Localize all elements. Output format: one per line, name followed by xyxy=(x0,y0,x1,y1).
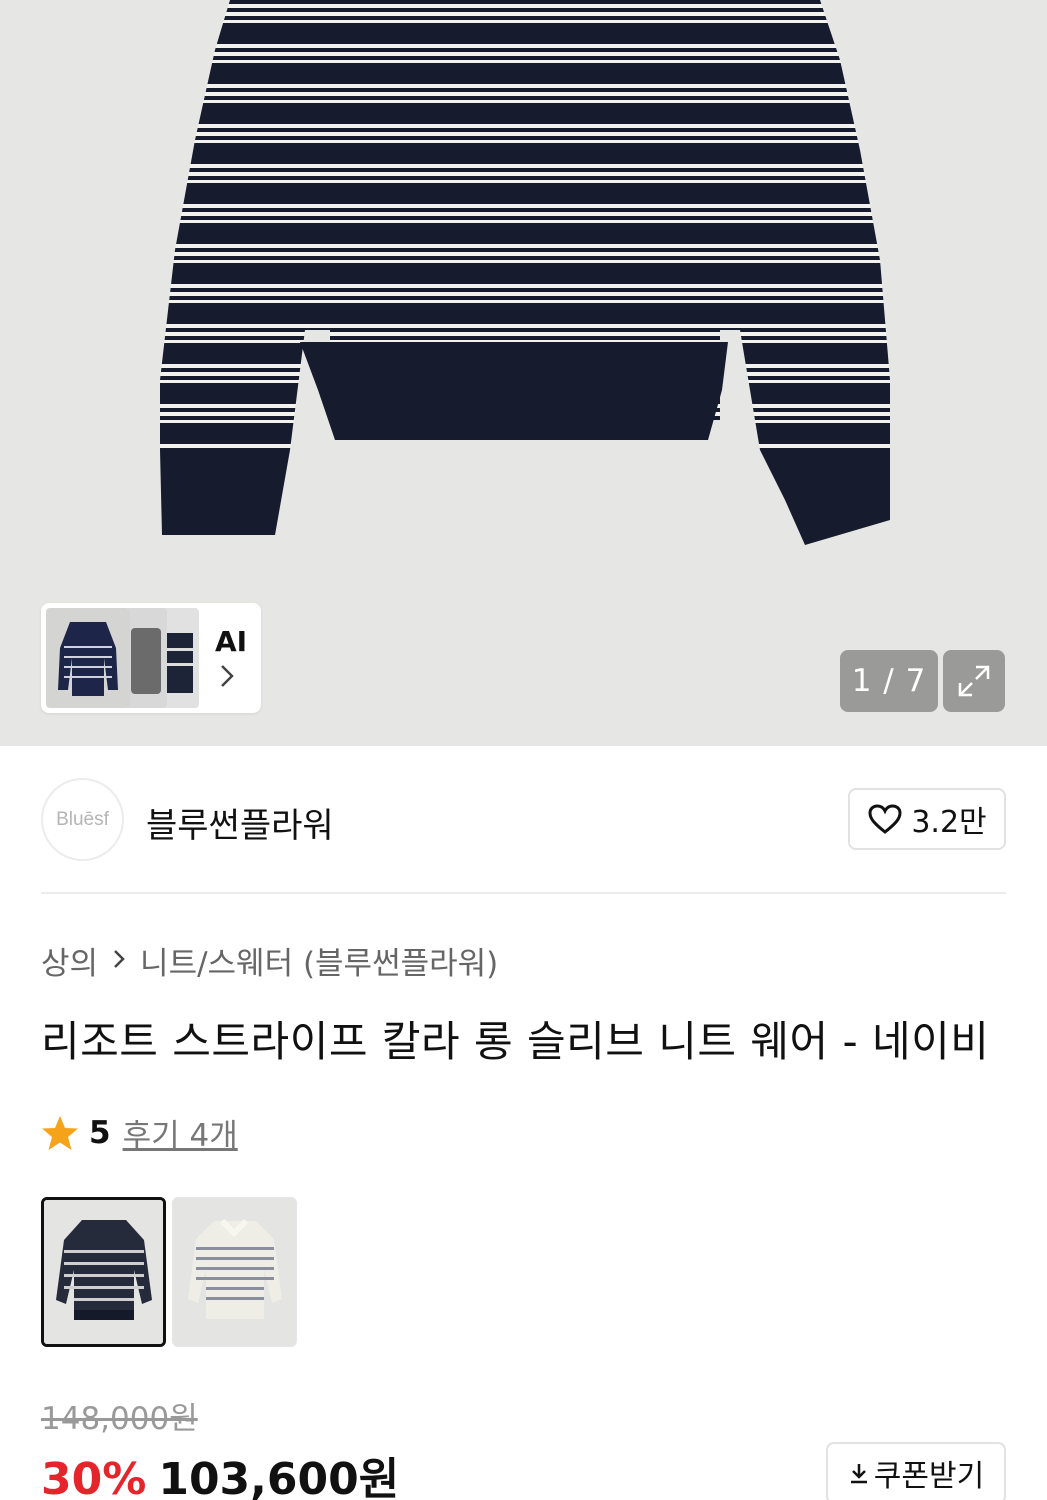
ai-recommendation-thumbs[interactable]: AI xyxy=(41,603,261,713)
coupon-button[interactable]: 쿠폰받기 xyxy=(826,1442,1006,1500)
product-image-gallery[interactable]: AI 1 / 7 xyxy=(0,0,1047,746)
original-price: 148,000원 xyxy=(41,1401,198,1437)
color-option-navy[interactable] xyxy=(41,1197,166,1347)
breadcrumb-subcategory[interactable]: 니트/스웨터 (블루썬플라워) xyxy=(140,938,498,983)
breadcrumb: 상의 니트/스웨터 (블루썬플라워) xyxy=(41,938,498,983)
chevron-right-icon xyxy=(112,944,126,977)
star-icon xyxy=(42,1115,78,1150)
brand-logo[interactable]: Bluēsf xyxy=(41,778,124,861)
image-counter: 1 / 7 xyxy=(840,650,938,712)
brand-row: Bluēsf 블루썬플라워 3.2만 xyxy=(41,776,1006,862)
reviews-link[interactable]: 후기 4개 xyxy=(123,1110,238,1155)
brand-name[interactable]: 블루썬플라워 xyxy=(146,798,334,847)
divider xyxy=(41,892,1006,894)
heart-icon xyxy=(868,804,902,834)
sale-price-row: 30% 103,600원 xyxy=(41,1443,399,1500)
expand-button[interactable] xyxy=(943,650,1005,712)
discount-rate: 30% xyxy=(41,1454,147,1500)
chevron-right-icon xyxy=(219,663,235,696)
ai-thumb-1 xyxy=(46,608,130,708)
sale-price: 103,600원 xyxy=(158,1454,400,1500)
expand-icon xyxy=(958,665,990,697)
like-count: 3.2만 xyxy=(911,805,987,840)
rating-score: 5 xyxy=(89,1114,111,1151)
download-icon xyxy=(850,1464,867,1484)
product-title: 리조트 스트라이프 칼라 롱 슬리브 니트 웨어 - 네이비 xyxy=(41,1017,990,1066)
color-option-ivory[interactable] xyxy=(172,1197,297,1347)
rating-row: 5 후기 4개 xyxy=(41,1110,238,1155)
like-button[interactable]: 3.2만 xyxy=(848,788,1006,850)
ai-thumb-2 xyxy=(125,608,167,708)
ai-label: AI xyxy=(215,625,248,658)
breadcrumb-category[interactable]: 상의 xyxy=(41,938,98,983)
coupon-label: 쿠폰받기 xyxy=(873,1459,985,1494)
